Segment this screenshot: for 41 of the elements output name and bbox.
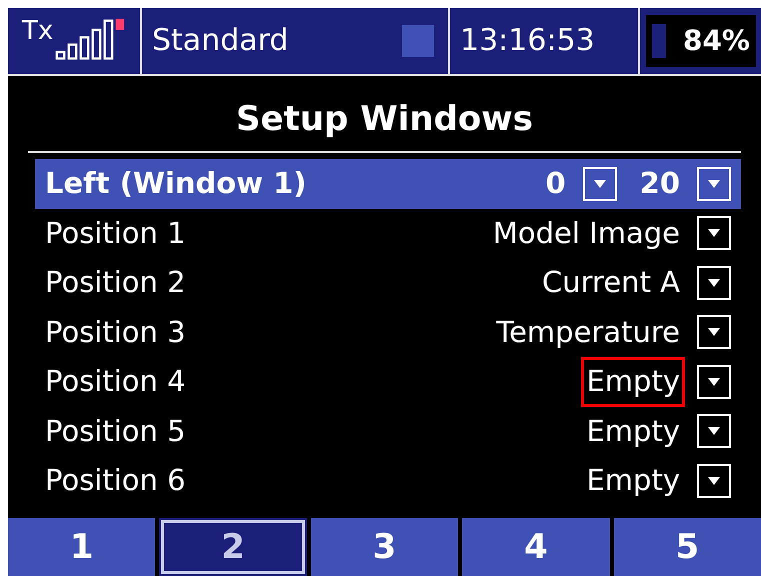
page-tab[interactable]: 2 <box>159 518 307 576</box>
row-label: Position 3 <box>45 314 186 350</box>
model-name: Standard <box>152 26 288 56</box>
battery-indicator: 84% <box>646 15 756 67</box>
dropdown-icon[interactable] <box>697 266 731 300</box>
list-row[interactable]: Position 5 Empty <box>35 406 741 456</box>
page-tab[interactable]: 4 <box>462 518 610 576</box>
page-tab[interactable]: 5 <box>614 518 761 576</box>
page-tab[interactable]: 1 <box>8 518 156 576</box>
row-value: Empty <box>585 412 681 450</box>
dropdown-icon[interactable] <box>697 414 731 448</box>
dropdown-icon[interactable] <box>697 216 731 250</box>
row-label: Position 5 <box>45 412 186 450</box>
row-value: Empty <box>581 357 685 406</box>
list-row[interactable]: Position 6 Empty <box>35 456 741 506</box>
row-value: Current A <box>541 264 681 301</box>
list-row[interactable]: Left (Window 1) 0 20 <box>35 159 741 208</box>
dropdown-icon[interactable] <box>697 464 731 498</box>
dropdown-icon[interactable] <box>697 315 731 350</box>
tx-label: Tx <box>22 18 54 44</box>
clock-time: 13:16:53 <box>460 26 595 56</box>
row-value: Model Image <box>492 214 681 252</box>
page-tab[interactable]: 3 <box>310 518 458 576</box>
row-value: 0 <box>544 165 567 202</box>
row-label: Position 6 <box>45 462 186 499</box>
dropdown-icon[interactable] <box>582 166 617 201</box>
list-row[interactable]: Position 4 Empty <box>35 357 741 406</box>
row-label: Position 2 <box>45 264 186 301</box>
page-title: Setup Windows <box>28 76 741 153</box>
dropdown-icon[interactable] <box>697 364 731 399</box>
row-value: 20 <box>638 165 681 202</box>
row-value: Empty <box>585 462 681 499</box>
row-label: Position 4 <box>45 363 186 400</box>
row-value: Temperature <box>495 314 681 350</box>
list-row[interactable]: Position 1 Model Image <box>35 208 741 258</box>
row-label: Left (Window 1) <box>45 165 307 202</box>
row-label: Position 1 <box>45 214 186 252</box>
square-icon <box>402 25 434 57</box>
dropdown-icon[interactable] <box>697 166 731 201</box>
list-row[interactable]: Position 2 Current A <box>35 258 741 308</box>
list-row[interactable]: Position 3 Temperature <box>35 308 741 357</box>
